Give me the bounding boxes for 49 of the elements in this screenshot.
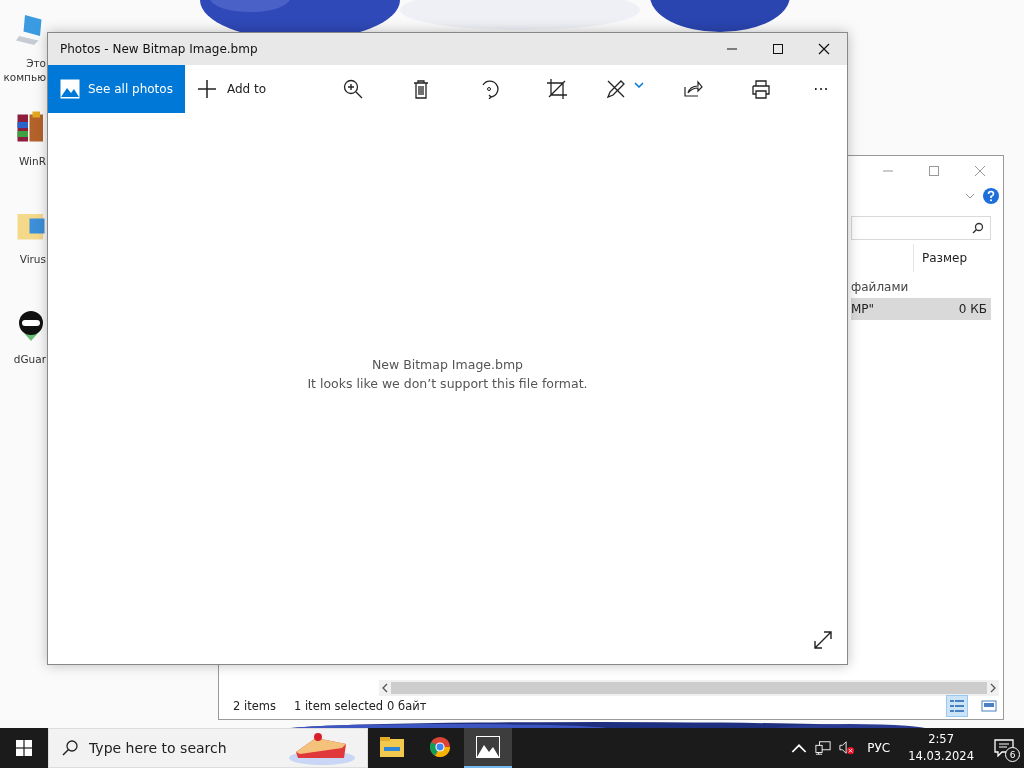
- file-name: МР": [851, 302, 875, 316]
- desktop-icon-label[interactable]: компью: [3, 70, 46, 84]
- language-indicator[interactable]: РУС: [867, 741, 891, 755]
- search-field[interactable]: Type here to search: [48, 728, 368, 768]
- desktop-icon-label[interactable]: Virus: [19, 252, 46, 266]
- desktop-icon-label[interactable]: WinR: [18, 154, 46, 168]
- help-icon[interactable]: [983, 188, 999, 204]
- network-icon[interactable]: [815, 740, 832, 756]
- expand-icon[interactable]: [813, 630, 833, 650]
- caret-icon: [634, 82, 644, 88]
- muted-speaker-icon[interactable]: [839, 740, 856, 756]
- window-title: Photos - New Bitmap Image.bmp: [59, 42, 258, 56]
- folder-icon: [380, 736, 404, 758]
- add-to-button[interactable]: Add to: [184, 65, 278, 113]
- status-text: 2 items: [233, 699, 276, 713]
- browser-icon: [428, 736, 452, 758]
- search-field[interactable]: [851, 216, 991, 240]
- picture-icon: [476, 736, 500, 758]
- more-button[interactable]: ···: [795, 65, 847, 113]
- share-icon: [683, 79, 703, 99]
- see-all-photos-button[interactable]: See all photos: [48, 65, 185, 113]
- picture-icon: [60, 79, 80, 99]
- group-header: файлами: [851, 280, 909, 294]
- file-size: 0 КБ: [958, 302, 987, 316]
- status-text: 0 байт: [387, 699, 427, 713]
- error-message: It looks like we don’t support this file format.: [307, 374, 588, 393]
- file-row[interactable]: МР" 0 КБ: [851, 298, 991, 320]
- pencil-icon: [606, 79, 626, 99]
- windows-icon: [16, 740, 32, 756]
- file-name: New Bitmap Image.bmp: [371, 355, 524, 374]
- plus-icon: [196, 79, 217, 99]
- details-view-icon[interactable]: [947, 696, 967, 716]
- pie-icon: [286, 730, 356, 766]
- taskbar-app[interactable]: [464, 728, 512, 768]
- crop-icon: [547, 79, 567, 99]
- desktop-icon-label[interactable]: Это: [26, 56, 46, 70]
- zoom-in-icon: [343, 79, 363, 99]
- desktop-icon-label[interactable]: dGuar: [13, 352, 46, 366]
- notification-count: 6: [1005, 747, 1020, 762]
- clock-time[interactable]: 2:57: [928, 731, 954, 748]
- status-text: 1 item selected: [293, 699, 384, 713]
- column-header[interactable]: Размер: [914, 251, 968, 265]
- notifications-icon[interactable]: [994, 739, 1014, 757]
- chevron-icon[interactable]: [965, 193, 975, 199]
- search-icon: [972, 222, 984, 234]
- search-icon: [62, 740, 78, 756]
- trash-icon: [411, 79, 431, 99]
- clock-date[interactable]: 14.03.2024: [908, 748, 974, 765]
- printer-icon: [751, 79, 771, 99]
